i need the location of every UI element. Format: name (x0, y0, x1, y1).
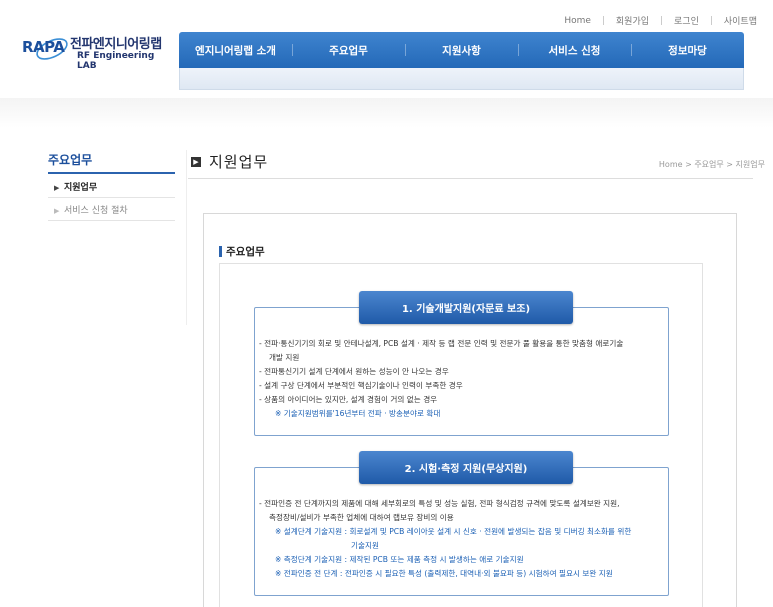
nav-item-service-request[interactable]: 서비스 신청 (518, 32, 631, 68)
detail-note: ※ 전파인증 전 단계 : 전파인증 시 필요한 특성 (출력제한, 대역내·외… (275, 569, 613, 578)
login-link[interactable]: 로그인 (662, 14, 711, 27)
tech-support-details: - 전파·통신기기의 회로 및 안테나설계, PCB 설계 · 제작 등 랩 전… (259, 337, 664, 421)
sub-nav-bar (179, 68, 744, 90)
sidebar-item-label: 서비스 신청 절차 (64, 206, 128, 216)
sidebar-title: 주요업무 (48, 153, 93, 167)
triangle-bullet-icon: ▶ (54, 207, 60, 215)
logo-korean-name: 전파엔지니어링랩 (70, 37, 162, 52)
nav-item-main-work[interactable]: 주요업무 (292, 32, 405, 68)
tech-support-heading: 1. 기술개발지원(자문료 보조) (359, 291, 573, 324)
sidebar-title-underline (48, 172, 175, 174)
detail-line: 측정장비/설비가 부족한 업체에 대하여 랩보유 장비의 이용 (269, 513, 454, 522)
testing-support-details: - 전파인증 전 단계까지의 제품에 대해 세부회로의 특성 및 성능 실험, … (259, 497, 664, 581)
title-arrow-icon: ▶ (191, 156, 201, 167)
utility-links: Home 회원가입 로그인 사이트맵 (552, 14, 769, 28)
triangle-bullet-icon: ▶ (54, 184, 60, 192)
detail-note: ※ 설계단계 기술지원 : 회로설계 및 PCB 레이아웃 설계 시 신호 · … (275, 527, 632, 536)
header-shadow (0, 98, 773, 128)
nav-item-info[interactable]: 정보마당 (631, 32, 744, 68)
nav-item-about[interactable]: 엔지니어링랩 소개 (179, 32, 292, 68)
page-title-text: 지원업무 (209, 153, 269, 171)
home-link[interactable]: Home (552, 16, 603, 26)
sitemap-link[interactable]: 사이트맵 (712, 14, 769, 27)
logo-mark: RAPA (22, 38, 65, 56)
content-divider (186, 150, 187, 325)
detail-line: - 전파·통신기기의 회로 및 안테나설계, PCB 설계 · 제작 등 랩 전… (259, 339, 624, 348)
section-marker (219, 246, 222, 257)
signup-link[interactable]: 회원가입 (604, 14, 661, 27)
detail-line: - 상품의 아이디어는 있지만, 설계 경험이 거의 없는 경우 (259, 395, 438, 404)
sidebar-item-label: 지원업무 (64, 183, 98, 193)
nav-item-support[interactable]: 지원사항 (405, 32, 518, 68)
sidebar-item-support-work[interactable]: ▶ 지원업무 (48, 178, 175, 198)
detail-line: - 설계 구상 단계에서 부분적인 핵심기술이나 인력이 부족한 경우 (259, 381, 463, 390)
testing-support-heading: 2. 시험·측정 지원(무상지원) (359, 451, 573, 484)
page-title: ▶ 지원업무 (191, 151, 268, 172)
detail-line: 개발 지원 (269, 353, 300, 362)
detail-note: ※ 기술지원범위를'16년부터 전파 · 방송분야로 확대 (275, 409, 441, 418)
section-title-text: 주요업무 (226, 246, 265, 258)
breadcrumb: Home > 주요업무 > 지원업무 (658, 160, 765, 169)
site-logo[interactable]: RAPA 전파엔지니어링랩 RF Engineering LAB (22, 32, 172, 71)
detail-line: - 전파인증 전 단계까지의 제품에 대해 세부회로의 특성 및 성능 실험, … (259, 499, 620, 508)
logo-english-name: RF Engineering LAB (77, 51, 155, 71)
sidebar-item-service-procedure[interactable]: ▶ 서비스 신청 절차 (48, 201, 175, 221)
detail-note: ※ 측정단계 기술지원 : 제작된 PCB 또는 제품 측정 시 발생하는 애로… (275, 555, 524, 564)
section-title: 주요업무 (219, 244, 265, 259)
main-nav: 엔지니어링랩 소개 주요업무 지원사항 서비스 신청 정보마당 (179, 32, 744, 68)
title-divider (188, 178, 753, 179)
detail-note: 기술지원 (351, 541, 379, 550)
detail-line: - 전파통신기기 설계 단계에서 원하는 성능이 안 나오는 경우 (259, 367, 449, 376)
